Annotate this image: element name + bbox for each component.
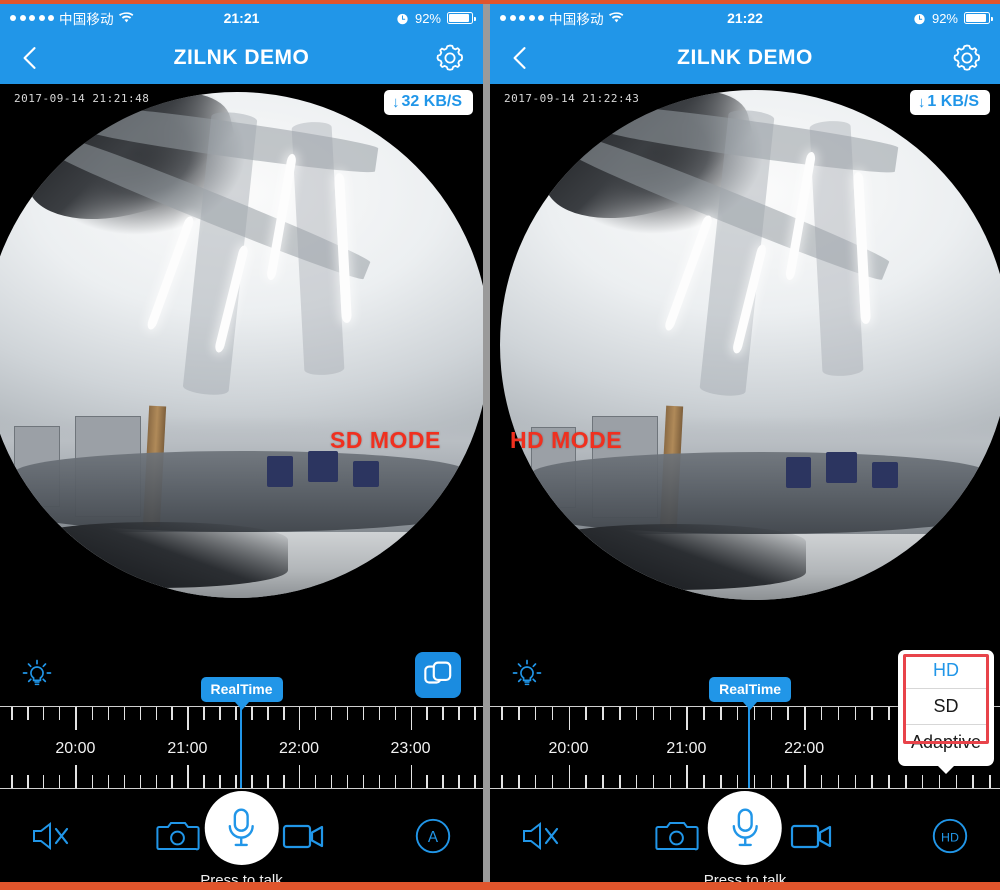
status-bar-right: 92% [396,10,476,26]
wifi-icon [118,12,134,24]
fisheye-camera-image [0,92,483,598]
speaker-mute-icon[interactable] [26,813,74,859]
phone-screen-right: 中国移动 21:22 92% ZILNK DEMO 2017-09-14 21:… [490,4,1000,882]
status-bar: 中国移动 21:21 92% [0,4,483,32]
quality-circle-icon[interactable]: HD [926,813,974,859]
microphone-icon [708,791,782,865]
tool-row: RealTime [0,644,483,710]
gear-icon[interactable] [433,41,467,75]
camera-icon[interactable] [653,813,701,859]
bottom-toolbar: Press to talk HD [490,789,1000,882]
timeline-hour-label: 23:00 [390,740,431,757]
fisheye-camera-image [500,90,1000,600]
download-arrow-icon: ↓ [917,93,926,111]
nav-bar: ZILNK DEMO [490,32,1000,84]
dropdown-option-hd[interactable]: HD [898,653,994,688]
quality-value-text: HD [941,830,959,844]
press-to-talk-button[interactable]: Press to talk [703,791,787,882]
timeline-playhead[interactable] [239,707,242,788]
signal-strength-icon [10,15,54,21]
speaker-mute-icon[interactable] [516,813,564,859]
video-view[interactable]: 2017-09-14 21:21:48 ↓ 32 KB/S SD MODE [0,84,483,644]
lightbulb-icon[interactable] [18,656,56,694]
dropdown-option-sd[interactable]: SD [898,689,994,724]
timeline-ruler[interactable]: 20:00 21:00 22:00 23:00 [0,706,483,789]
quality-dropdown-menu[interactable]: HD SD Adaptive [898,650,994,774]
press-to-talk-label: Press to talk [200,872,283,882]
screenshot-frame: 中国移动 21:21 92% ZILNK DEMO 2017-09-14 21:… [0,0,1000,890]
wifi-icon [608,12,624,24]
quality-value-text: A [428,829,439,846]
press-to-talk-button[interactable]: Press to talk [200,791,283,882]
press-to-talk-label: Press to talk [703,872,787,882]
dropdown-pointer [937,765,955,774]
back-button[interactable] [16,44,44,72]
signal-strength-icon [500,15,544,21]
quality-circle-icon[interactable]: A [409,813,457,859]
battery-percent-label: 92% [414,10,441,26]
page-title: ZILNK DEMO [173,46,310,69]
carrier-label: 中国移动 [549,12,604,27]
back-button[interactable] [506,44,534,72]
phone-screen-left: 中国移动 21:21 92% ZILNK DEMO 2017-09-14 21:… [0,4,483,882]
bandwidth-badge: ↓ 1 KB/S [909,90,990,115]
nav-bar: ZILNK DEMO [0,32,483,84]
bottom-toolbar: Press to talk A [0,789,483,882]
microphone-icon [204,791,279,865]
page-title: ZILNK DEMO [677,46,813,69]
alarm-clock-icon [396,12,409,25]
lightbulb-icon[interactable] [508,656,546,694]
panel-divider [483,4,490,882]
battery-icon [447,12,476,24]
realtime-marker[interactable]: RealTime [200,677,283,710]
battery-percent-label: 92% [931,10,958,26]
carrier-label: 中国移动 [59,12,114,27]
bandwidth-badge: ↓ 32 KB/S [384,90,473,115]
bandwidth-value: 32 KB/S [401,93,462,110]
timeline-hour-label: 20:00 [548,740,589,757]
video-view[interactable]: 2017-09-14 21:22:43 ↓ 1 KB/S HD MODE [490,84,1000,644]
timeline-hour-label: 20:00 [55,740,96,757]
stream-mode-label: HD MODE [510,427,623,453]
timeline-playhead[interactable] [747,707,750,788]
timeline-hour-label: 22:00 [784,740,825,757]
multi-screen-icon[interactable] [415,652,461,698]
video-timestamp: 2017-09-14 21:22:43 [504,92,640,105]
status-bar-left: 中国移动 [10,8,134,28]
dropdown-option-adaptive[interactable]: Adaptive [898,725,994,760]
video-camera-icon[interactable] [789,813,837,859]
alarm-clock-icon [913,12,926,25]
battery-icon [964,12,993,24]
timeline-hour-label: 22:00 [278,740,319,757]
timeline-hour-label: 21:00 [666,740,707,757]
stream-mode-label: SD MODE [330,427,441,453]
status-bar: 中国移动 21:22 92% [490,4,1000,32]
status-bar-left: 中国移动 [500,8,624,28]
bandwidth-value: 1 KB/S [927,93,979,110]
video-timestamp: 2017-09-14 21:21:48 [14,92,150,105]
download-arrow-icon: ↓ [392,93,400,111]
video-camera-icon[interactable] [281,813,329,859]
camera-icon[interactable] [154,813,202,859]
status-bar-right: 92% [913,10,993,26]
timeline-hour-label: 21:00 [167,740,208,757]
gear-icon[interactable] [950,41,984,75]
realtime-label: RealTime [200,677,283,702]
realtime-marker[interactable]: RealTime [709,677,792,710]
realtime-label: RealTime [709,677,792,702]
